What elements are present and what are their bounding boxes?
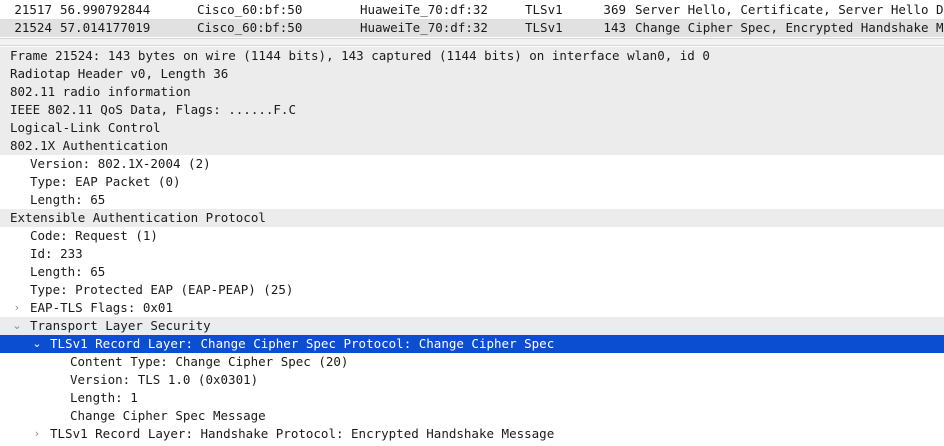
tree-row-label: Content Type: Change Cipher Spec (20) [70,354,349,369]
tree-row[interactable]: ⌄ Transport Layer Security [0,317,944,335]
packet-length: 143 [603,20,626,35]
tree-row[interactable]: Type: Protected EAP (EAP-PEAP) (25) [0,281,944,299]
tree-row[interactable]: Extensible Authentication Protocol [0,209,944,227]
tree-row[interactable]: Length: 65 [0,263,944,281]
pane-splitter[interactable] [0,38,944,46]
tree-row[interactable]: 802.11 radio information [0,83,944,101]
packet-details-tree: Frame 21524: 143 bytes on wire (1144 bit… [0,46,944,446]
tree-row[interactable]: › TLSv1 Record Layer: Handshake Protocol:… [0,425,944,443]
tree-row[interactable]: › EAP-TLS Flags: 0x01 [0,299,944,317]
tree-row-label: Transport Layer Security [30,318,211,333]
tree-row-label: 802.1X Authentication [10,138,169,153]
tree-row[interactable]: Id: 233 [0,245,944,263]
packet-source: Cisco_60:bf:50 [197,20,303,35]
packet-time: 56.990792844 [60,2,151,17]
packet-row-selected[interactable]: 21524 57.014177019 Cisco_60:bf:50 Huawei… [0,19,944,37]
tree-row-label: Logical-Link Control [10,120,161,135]
packet-time: 57.014177019 [60,20,151,35]
tree-row-label: TLSv1 Record Layer: Handshake Protocol: … [50,426,555,441]
packet-destination: HuaweiTe_70:df:32 [360,20,488,35]
tree-row[interactable]: Version: TLS 1.0 (0x0301) [0,371,944,389]
packet-info: Change Cipher Spec, Encrypted Handshake … [635,20,944,35]
tree-row-label: 802.11 radio information [10,84,191,99]
packet-row[interactable]: 21517 56.990792844 Cisco_60:bf:50 Huawei… [0,1,944,19]
tree-row-label: Version: 802.1X-2004 (2) [30,156,211,171]
packet-protocol: TLSv1 [525,20,563,35]
packet-list: 21517 56.990792844 Cisco_60:bf:50 Huawei… [0,0,944,38]
tree-row-label: Length: 65 [30,192,106,207]
tree-row-label: Version: TLS 1.0 (0x0301) [70,372,259,387]
tree-row[interactable]: Logical-Link Control [0,119,944,137]
tree-row-label: Length: 65 [30,264,106,279]
tree-row-label: Frame 21524: 143 bytes on wire (1144 bit… [10,48,710,63]
tree-row[interactable]: Change Cipher Spec Message [0,407,944,425]
tree-row[interactable]: Frame 21524: 143 bytes on wire (1144 bit… [0,47,944,65]
tree-row[interactable]: Radiotap Header v0, Length 36 [0,65,944,83]
tree-row[interactable]: IEEE 802.11 QoS Data, Flags: ......F.C [0,101,944,119]
tree-row[interactable]: Length: 1 [0,389,944,407]
packet-info: Server Hello, Certificate, Server Hello … [635,2,944,17]
expand-arrow-icon[interactable]: › [11,299,23,317]
packet-number: 21524 [14,20,52,35]
tree-row-label: Type: EAP Packet (0) [30,174,181,189]
tree-row-label: Length: 1 [70,390,138,405]
packet-length: 369 [603,2,626,17]
tree-row-label: IEEE 802.11 QoS Data, Flags: ......F.C [10,102,296,117]
tree-row[interactable]: Version: 802.1X-2004 (2) [0,155,944,173]
tree-row[interactable]: Length: 65 [0,191,944,209]
tree-row[interactable]: Content Type: Change Cipher Spec (20) [0,353,944,371]
tree-row-label: Id: 233 [30,246,83,261]
tree-row-label: TLSv1 Record Layer: Change Cipher Spec P… [50,336,555,351]
tree-row[interactable]: Type: EAP Packet (0) [0,173,944,191]
tree-row[interactable]: 802.1X Authentication [0,137,944,155]
tree-row-selected[interactable]: ⌄ TLSv1 Record Layer: Change Cipher Spec … [0,335,944,353]
tree-row-label: Type: Protected EAP (EAP-PEAP) (25) [30,282,294,297]
tree-row-label: Code: Request (1) [30,228,158,243]
tree-row-label: Radiotap Header v0, Length 36 [10,66,229,81]
collapse-arrow-icon[interactable]: ⌄ [11,317,23,335]
collapse-arrow-icon[interactable]: ⌄ [31,335,43,353]
packet-destination: HuaweiTe_70:df:32 [360,2,488,17]
packet-number: 21517 [14,2,52,17]
tree-row-label: Extensible Authentication Protocol [10,210,266,225]
packet-protocol: TLSv1 [525,2,563,17]
expand-arrow-icon[interactable]: › [31,425,43,443]
tree-row-label: Change Cipher Spec Message [70,408,266,423]
tree-row[interactable]: Code: Request (1) [0,227,944,245]
packet-source: Cisco_60:bf:50 [197,2,303,17]
tree-row-label: EAP-TLS Flags: 0x01 [30,300,173,315]
